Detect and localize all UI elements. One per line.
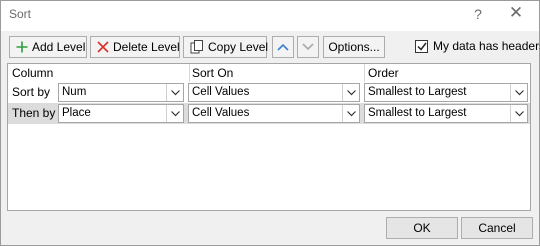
add-level-label: Add Level (32, 40, 86, 54)
options-label: Options... (328, 40, 380, 54)
chevron-down-icon[interactable] (342, 105, 359, 122)
plus-icon (16, 40, 28, 54)
sort-on-header: Sort On (192, 66, 234, 80)
sort-on-select[interactable]: Cell Values (188, 83, 360, 102)
chevron-down-icon[interactable] (342, 84, 359, 101)
sort-on-select[interactable]: Cell Values (188, 104, 360, 123)
add-level-button[interactable]: Add Level (9, 36, 87, 58)
headers-checkbox[interactable] (415, 39, 428, 53)
move-up-button[interactable] (272, 36, 294, 58)
chevron-up-icon (277, 40, 289, 54)
delete-level-button[interactable]: Delete Level (90, 36, 180, 58)
chevron-down-icon[interactable] (166, 105, 183, 122)
sort-on-value: Cell Values (192, 86, 250, 98)
header-divider (189, 64, 190, 82)
column-header: Column (12, 66, 54, 80)
help-button[interactable]: ? (471, 5, 485, 23)
delete-x-icon (97, 40, 109, 54)
chevron-down-icon (302, 40, 314, 54)
sort-levels-grid: Column Sort On Order Sort by Num Cell Va… (7, 63, 531, 211)
sort-on-value: Cell Values (192, 107, 250, 119)
cancel-button[interactable]: Cancel (461, 217, 533, 239)
toolbar: Add Level Delete Level Copy Level Option… (1, 31, 540, 63)
options-button[interactable]: Options... (323, 36, 385, 58)
copy-icon (190, 40, 204, 54)
sort-level-row[interactable]: Sort by Num Cell Values Smallest to Larg… (8, 82, 530, 103)
window-title: Sort (9, 7, 32, 21)
ok-button[interactable]: OK (386, 217, 458, 239)
close-button[interactable]: ✕ (507, 4, 525, 22)
copy-level-button[interactable]: Copy Level (183, 36, 269, 58)
chevron-down-icon[interactable] (166, 84, 183, 101)
headers-checkbox-label: My data has headers (433, 39, 540, 53)
delete-level-label: Delete Level (113, 40, 180, 54)
headers-checkbox-row[interactable]: My data has headers (415, 39, 540, 53)
copy-level-label: Copy Level (208, 40, 269, 54)
column-select[interactable]: Num (58, 83, 184, 102)
then-by-label: Then by (12, 106, 56, 120)
order-select[interactable]: Smallest to Largest (364, 83, 528, 102)
column-value: Num (62, 86, 87, 98)
chevron-down-icon[interactable] (510, 84, 527, 101)
title-bar: Sort ? ✕ (1, 1, 539, 31)
order-select[interactable]: Smallest to Largest (364, 104, 528, 123)
chevron-down-icon[interactable] (510, 105, 527, 122)
sort-by-label: Sort by (12, 85, 51, 99)
order-value: Smallest to Largest (368, 86, 467, 98)
column-select[interactable]: Place (58, 104, 184, 123)
move-down-button[interactable] (297, 36, 319, 58)
column-value: Place (62, 107, 91, 119)
order-value: Smallest to Largest (368, 107, 467, 119)
sort-level-row[interactable]: Then by Place Cell Values Smallest to La… (8, 103, 530, 124)
sort-dialog: Sort ? ✕ Add Level Delete Level Copy Lev (0, 0, 540, 246)
header-divider (364, 64, 365, 82)
order-header: Order (368, 66, 399, 80)
